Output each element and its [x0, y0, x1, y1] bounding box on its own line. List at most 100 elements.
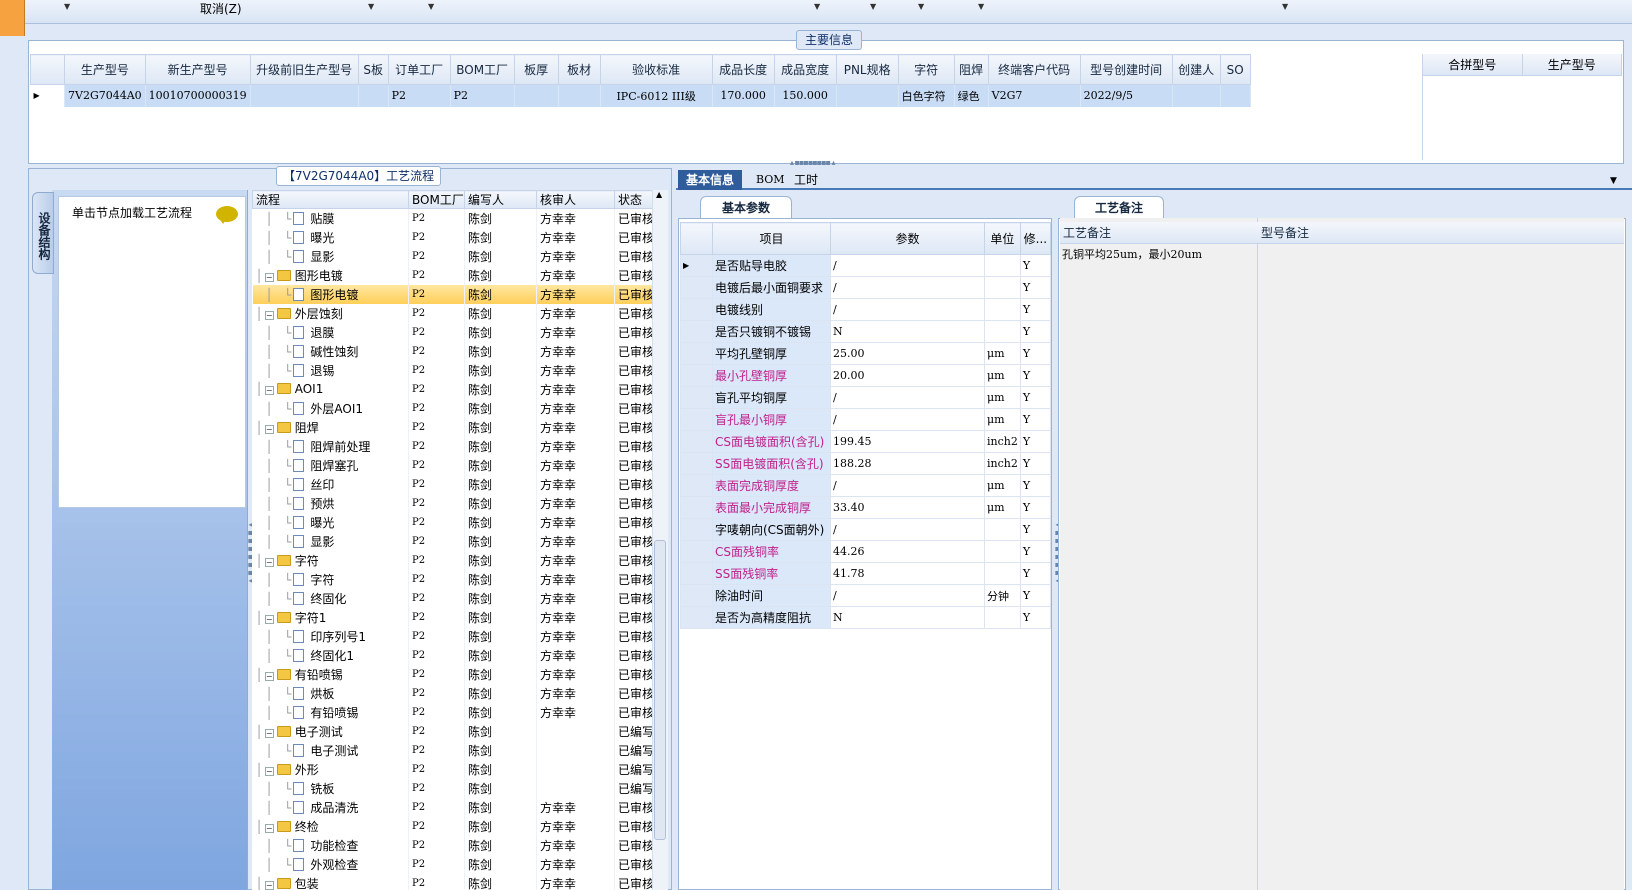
column-header[interactable]: 订单工厂 [387, 54, 451, 85]
column-header[interactable]: 板厚 [513, 54, 559, 85]
collapse-toggle-icon[interactable]: − [264, 766, 274, 776]
tree-row[interactable]: │ └ 显影 P2 陈剑 方幸幸 已审核 [252, 531, 652, 551]
equipment-box[interactable] [58, 196, 246, 508]
collapse-toggle-icon[interactable]: − [264, 823, 274, 833]
tree-row[interactable]: │ └ 丝印 P2 陈剑 方幸幸 已审核 [252, 474, 652, 494]
param-value[interactable]: 41.78 [830, 562, 985, 585]
tree-node[interactable]: │ − 阻焊 [252, 417, 409, 437]
tree-row[interactable]: │ − 图形电镀 P2 陈剑 方幸幸 已审核 [252, 265, 652, 285]
param-row[interactable]: 除油时间 / 分钟 Y [680, 584, 1051, 607]
column-header[interactable]: 升级前旧生产型号 [249, 54, 359, 85]
tree-node[interactable]: │ └ 字符 [252, 569, 409, 589]
tree-node[interactable]: │ └ 终固化1 [252, 645, 409, 665]
grid-cell[interactable]: V2G7 [988, 84, 1081, 107]
tree-node[interactable]: │ └ 成品清洗 [252, 797, 409, 817]
dropdown-arrow-icon[interactable]: ▼ [870, 2, 876, 11]
tree-row[interactable]: │ − 电子测试 P2 陈剑 已编写 [252, 721, 652, 741]
param-row[interactable]: 是否为高精度阻抗 N Y [680, 606, 1051, 629]
grid-cell[interactable]: 150.000 [774, 84, 837, 107]
tree-node[interactable]: │ └ 显影 [252, 531, 409, 551]
tree-node[interactable]: │ − 有铅喷锡 [252, 664, 409, 684]
param-row[interactable]: 表面完成铜厚度 / μm Y [680, 474, 1051, 497]
tree-node[interactable]: │ └ 预烘 [252, 493, 409, 513]
tab-basic-info[interactable]: 基本信息 [678, 170, 743, 190]
tree-node[interactable]: │ └ 功能检查 [252, 835, 409, 855]
grid-cell[interactable] [1220, 84, 1251, 107]
column-header[interactable]: 成品宽度 [773, 54, 837, 85]
tree-node[interactable]: │ └ 曝光 [252, 512, 409, 532]
tree-row[interactable]: │ − 字符 P2 陈剑 方幸幸 已审核 [252, 550, 652, 570]
param-value[interactable]: / [830, 386, 985, 409]
tree-node[interactable]: │ └ 铣板 [252, 778, 409, 798]
column-header[interactable]: 阻焊 [953, 54, 989, 85]
dropdown-arrow-icon[interactable]: ▼ [978, 2, 984, 11]
tree-node[interactable]: │ − 电子测试 [252, 721, 409, 741]
column-header[interactable]: PNL规格 [835, 54, 899, 85]
tree-row[interactable]: │ └ 碱性蚀刻 P2 陈剑 方幸幸 已审核 [252, 341, 652, 361]
tree-row[interactable]: │ └ 字符 P2 陈剑 方幸幸 已审核 [252, 569, 652, 589]
param-row[interactable]: 最小孔壁铜厚 20.00 μm Y [680, 364, 1051, 387]
basic-params-tab[interactable]: 基本参数 [700, 196, 792, 218]
param-row[interactable]: SS面电镀面积(含孔) 188.28 inch2 Y [680, 452, 1051, 475]
tree-node[interactable]: │ − 字符1 [252, 607, 409, 627]
param-value[interactable]: / [830, 474, 985, 497]
tab-work-hours[interactable]: 工时 [786, 170, 826, 190]
column-header[interactable]: 单位 [984, 222, 1021, 255]
collapse-toggle-icon[interactable]: − [264, 557, 274, 567]
tree-node[interactable]: │ − 外层蚀刻 [252, 303, 409, 323]
tree-node[interactable]: │ └ 终固化 [252, 588, 409, 608]
tree-row[interactable]: │ − 阻焊 P2 陈剑 方幸幸 已审核 [252, 417, 652, 437]
tree-node[interactable]: │ └ 退膜 [252, 322, 409, 342]
tree-row[interactable]: │ └ 图形电镀 P2 陈剑 方幸幸 已审核 [252, 284, 652, 304]
collapse-toggle-icon[interactable]: − [264, 671, 274, 681]
column-header[interactable]: 终端客户代码 [987, 54, 1081, 85]
param-value[interactable]: / [830, 584, 985, 607]
param-value[interactable]: / [830, 518, 985, 541]
grid-cell[interactable]: 白色字符 [898, 84, 955, 107]
param-row[interactable]: 电镀线别 / Y [680, 298, 1051, 321]
tree-row[interactable]: │ └ 外观检查 P2 陈剑 方幸幸 已审核 [252, 854, 652, 874]
tree-row[interactable]: │ └ 成品清洗 P2 陈剑 方幸幸 已审核 [252, 797, 652, 817]
grid-cell[interactable] [514, 84, 559, 107]
param-row[interactable]: 字唛朝向(CS面朝外) / Y [680, 518, 1051, 541]
scrollbar-thumb[interactable] [654, 540, 666, 840]
grid-cell[interactable] [836, 84, 899, 107]
param-row[interactable]: 盲孔最小铜厚 / μm Y [680, 408, 1051, 431]
dropdown-arrow-icon[interactable]: ▼ [1282, 2, 1288, 11]
param-value[interactable]: N [830, 320, 985, 343]
tree-node[interactable]: │ − AOI1 [252, 379, 409, 399]
param-value[interactable]: / [830, 298, 985, 321]
param-value[interactable]: 199.45 [830, 430, 985, 453]
tree-node[interactable]: │ └ 碱性蚀刻 [252, 341, 409, 361]
tree-row[interactable]: │ − 有铅喷锡 P2 陈剑 方幸幸 已审核 [252, 664, 652, 684]
param-row[interactable]: 是否只镀铜不镀锡 N Y [680, 320, 1051, 343]
cancel-button[interactable]: 取消(Z) [200, 0, 242, 17]
tree-node[interactable]: │ └ 退锡 [252, 360, 409, 380]
param-row[interactable]: 平均孔壁铜厚 25.00 μm Y [680, 342, 1051, 365]
tree-node[interactable]: │ − 图形电镀 [252, 265, 409, 285]
column-header[interactable]: 生产型号 [1523, 54, 1622, 75]
column-header[interactable]: 参数 [830, 222, 985, 255]
param-row[interactable]: 电镀后最小面铜要求 / Y [680, 276, 1051, 299]
column-header[interactable]: 验收标准 [599, 54, 713, 85]
column-header[interactable]: 型号创建时间 [1079, 54, 1173, 85]
param-value[interactable]: / [830, 276, 985, 299]
grid-cell[interactable]: 2022/9/5 [1080, 84, 1173, 107]
param-value[interactable]: 44.26 [830, 540, 985, 563]
tree-node[interactable]: │ − 包装 [252, 873, 409, 890]
tree-row[interactable]: │ └ 电子测试 P2 陈剑 已编写 [252, 740, 652, 760]
column-header[interactable]: 生产型号 [64, 54, 146, 85]
collapse-toggle-icon[interactable]: − [264, 310, 274, 320]
param-value[interactable]: 188.28 [830, 452, 985, 475]
column-header[interactable]: BOM工厂 [408, 190, 465, 209]
process-remark-column[interactable] [1060, 218, 1258, 890]
grid-cell[interactable]: IPC-6012 III级 [600, 84, 713, 107]
tree-row[interactable]: │ └ 退锡 P2 陈剑 方幸幸 已审核 [252, 360, 652, 380]
tree-row[interactable]: │ − 字符1 P2 陈剑 方幸幸 已审核 [252, 607, 652, 627]
process-remark-text[interactable]: 孔铜平均25um，最小20um [1062, 246, 1202, 262]
tree-node[interactable]: │ └ 显影 [252, 246, 409, 266]
param-value[interactable]: 25.00 [830, 342, 985, 365]
column-header[interactable]: 成品长度 [711, 54, 775, 85]
column-header[interactable]: S板 [357, 54, 389, 85]
column-header[interactable]: 合拼型号 [1423, 54, 1523, 75]
